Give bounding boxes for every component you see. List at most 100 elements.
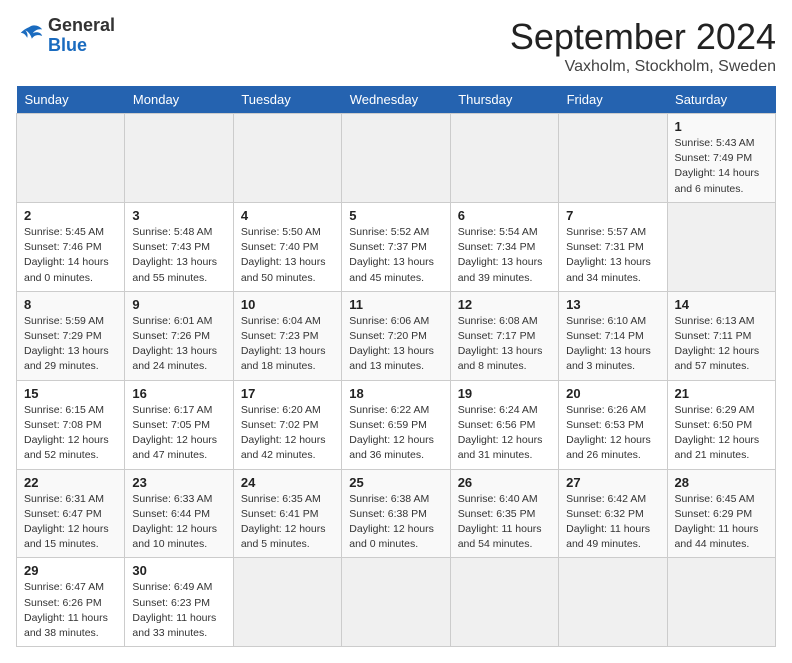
calendar-day: 30Sunrise: 6:49 AMSunset: 6:23 PMDayligh…: [125, 558, 233, 647]
day-detail: Sunrise: 5:45 AMSunset: 7:46 PMDaylight:…: [24, 225, 117, 286]
day-number: 23: [132, 475, 225, 490]
location-subtitle: Vaxholm, Stockholm, Sweden: [510, 58, 776, 76]
calendar-day: 24Sunrise: 6:35 AMSunset: 6:41 PMDayligh…: [233, 469, 341, 558]
calendar-day: [17, 114, 125, 203]
weekday-header-thursday: Thursday: [450, 86, 558, 114]
calendar-week-4: 15Sunrise: 6:15 AMSunset: 7:08 PMDayligh…: [17, 380, 776, 469]
logo: General Blue: [16, 16, 115, 56]
calendar-week-6: 29 Sunrise: 6:47 AMSunset: 6:26 PMDayligh…: [17, 558, 776, 647]
day-detail: Sunrise: 6:24 AMSunset: 6:56 PMDaylight:…: [458, 403, 551, 464]
day-number: 21: [675, 386, 768, 401]
day-number: 8: [24, 297, 117, 312]
day-detail: Sunrise: 6:01 AMSunset: 7:26 PMDaylight:…: [132, 314, 225, 375]
day-number: 5: [349, 208, 442, 223]
day-number: 14: [675, 297, 768, 312]
day-detail: Sunrise: 6:31 AMSunset: 6:47 PMDaylight:…: [24, 492, 117, 553]
calendar-day: [667, 202, 775, 291]
calendar-day: 9 Sunrise: 6:01 AMSunset: 7:26 PMDaylight…: [125, 291, 233, 380]
calendar-day: 20 Sunrise: 6:26 AMSunset: 6:53 PMDayligh…: [559, 380, 667, 469]
calendar-day: 19Sunrise: 6:24 AMSunset: 6:56 PMDayligh…: [450, 380, 558, 469]
weekday-header-friday: Friday: [559, 86, 667, 114]
weekday-header-saturday: Saturday: [667, 86, 775, 114]
day-detail: Sunrise: 5:59 AMSunset: 7:29 PMDaylight:…: [24, 314, 117, 375]
calendar-day: 28 Sunrise: 6:45 AMSunset: 6:29 PMDayligh…: [667, 469, 775, 558]
day-number: 6: [458, 208, 551, 223]
weekday-header-wednesday: Wednesday: [342, 86, 450, 114]
day-number: 7: [566, 208, 659, 223]
day-detail: Sunrise: 5:43 AMSunset: 7:49 PMDaylight:…: [675, 136, 768, 197]
calendar-day: 6Sunrise: 5:54 AMSunset: 7:34 PMDaylight…: [450, 202, 558, 291]
day-detail: Sunrise: 6:08 AMSunset: 7:17 PMDaylight:…: [458, 314, 551, 375]
calendar-week-5: 22Sunrise: 6:31 AMSunset: 6:47 PMDayligh…: [17, 469, 776, 558]
calendar-day: 12 Sunrise: 6:08 AMSunset: 7:17 PMDayligh…: [450, 291, 558, 380]
calendar-day: 1Sunrise: 5:43 AMSunset: 7:49 PMDaylight…: [667, 114, 775, 203]
day-detail: Sunrise: 6:45 AMSunset: 6:29 PMDaylight:…: [675, 492, 768, 553]
day-number: 20: [566, 386, 659, 401]
day-detail: Sunrise: 5:52 AMSunset: 7:37 PMDaylight:…: [349, 225, 442, 286]
calendar-day: [450, 114, 558, 203]
calendar-week-2: 2Sunrise: 5:45 AMSunset: 7:46 PMDaylight…: [17, 202, 776, 291]
day-detail: Sunrise: 5:50 AMSunset: 7:40 PMDaylight:…: [241, 225, 334, 286]
day-number: 9: [132, 297, 225, 312]
weekday-header-monday: Monday: [125, 86, 233, 114]
calendar-day: 27 Sunrise: 6:42 AMSunset: 6:32 PMDayligh…: [559, 469, 667, 558]
calendar-day: 15Sunrise: 6:15 AMSunset: 7:08 PMDayligh…: [17, 380, 125, 469]
day-detail: Sunrise: 6:29 AMSunset: 6:50 PMDaylight:…: [675, 403, 768, 464]
day-number: 27: [566, 475, 659, 490]
day-detail: Sunrise: 6:10 AMSunset: 7:14 PMDaylight:…: [566, 314, 659, 375]
day-detail: Sunrise: 6:06 AMSunset: 7:20 PMDaylight:…: [349, 314, 442, 375]
day-detail: Sunrise: 6:20 AMSunset: 7:02 PMDaylight:…: [241, 403, 334, 464]
month-title: September 2024: [510, 16, 776, 58]
title-block: September 2024 Vaxholm, Stockholm, Swede…: [510, 16, 776, 76]
calendar-day: [342, 114, 450, 203]
weekday-header-tuesday: Tuesday: [233, 86, 341, 114]
day-detail: Sunrise: 6:17 AMSunset: 7:05 PMDaylight:…: [132, 403, 225, 464]
logo-general-text: General: [48, 15, 115, 35]
calendar-day: [233, 558, 341, 647]
day-detail: Sunrise: 6:33 AMSunset: 6:44 PMDaylight:…: [132, 492, 225, 553]
day-number: 16: [132, 386, 225, 401]
day-number: 11: [349, 297, 442, 312]
day-number: 25: [349, 475, 442, 490]
day-detail: Sunrise: 5:48 AMSunset: 7:43 PMDaylight:…: [132, 225, 225, 286]
day-detail: Sunrise: 6:22 AMSunset: 6:59 PMDaylight:…: [349, 403, 442, 464]
day-detail: Sunrise: 6:40 AMSunset: 6:35 PMDaylight:…: [458, 492, 551, 553]
day-number: 26: [458, 475, 551, 490]
day-number: 12: [458, 297, 551, 312]
calendar-day: 5 Sunrise: 5:52 AMSunset: 7:37 PMDaylight…: [342, 202, 450, 291]
day-detail: Sunrise: 6:26 AMSunset: 6:53 PMDaylight:…: [566, 403, 659, 464]
calendar-day: 7 Sunrise: 5:57 AMSunset: 7:31 PMDaylight…: [559, 202, 667, 291]
calendar-day: 13Sunrise: 6:10 AMSunset: 7:14 PMDayligh…: [559, 291, 667, 380]
calendar-day: [342, 558, 450, 647]
day-number: 28: [675, 475, 768, 490]
calendar-day: [559, 558, 667, 647]
day-detail: Sunrise: 6:13 AMSunset: 7:11 PMDaylight:…: [675, 314, 768, 375]
day-detail: Sunrise: 5:57 AMSunset: 7:31 PMDaylight:…: [566, 225, 659, 286]
calendar-day: [450, 558, 558, 647]
calendar-day: [667, 558, 775, 647]
calendar-day: 22Sunrise: 6:31 AMSunset: 6:47 PMDayligh…: [17, 469, 125, 558]
calendar-day: 3 Sunrise: 5:48 AMSunset: 7:43 PMDaylight…: [125, 202, 233, 291]
calendar-day: 14 Sunrise: 6:13 AMSunset: 7:11 PMDayligh…: [667, 291, 775, 380]
calendar-header: SundayMondayTuesdayWednesdayThursdayFrid…: [17, 86, 776, 114]
calendar-day: 16 Sunrise: 6:17 AMSunset: 7:05 PMDayligh…: [125, 380, 233, 469]
calendar-day: 4Sunrise: 5:50 AMSunset: 7:40 PMDaylight…: [233, 202, 341, 291]
day-number: 24: [241, 475, 334, 490]
day-detail: Sunrise: 6:42 AMSunset: 6:32 PMDaylight:…: [566, 492, 659, 553]
day-detail: Sunrise: 6:47 AMSunset: 6:26 PMDaylight:…: [24, 580, 117, 641]
calendar-day: 18Sunrise: 6:22 AMSunset: 6:59 PMDayligh…: [342, 380, 450, 469]
calendar-day: 11 Sunrise: 6:06 AMSunset: 7:20 PMDayligh…: [342, 291, 450, 380]
day-number: 29: [24, 563, 117, 578]
logo-bird-icon: [16, 22, 44, 50]
day-detail: Sunrise: 6:04 AMSunset: 7:23 PMDaylight:…: [241, 314, 334, 375]
calendar-day: [559, 114, 667, 203]
calendar-day: [233, 114, 341, 203]
day-number: 30: [132, 563, 225, 578]
day-number: 3: [132, 208, 225, 223]
calendar-day: 23 Sunrise: 6:33 AMSunset: 6:44 PMDayligh…: [125, 469, 233, 558]
calendar-week-3: 8 Sunrise: 5:59 AMSunset: 7:29 PMDaylight…: [17, 291, 776, 380]
weekday-header-sunday: Sunday: [17, 86, 125, 114]
page-header: General Blue September 2024 Vaxholm, Sto…: [16, 16, 776, 76]
calendar-day: 21 Sunrise: 6:29 AMSunset: 6:50 PMDayligh…: [667, 380, 775, 469]
calendar-day: 17Sunrise: 6:20 AMSunset: 7:02 PMDayligh…: [233, 380, 341, 469]
